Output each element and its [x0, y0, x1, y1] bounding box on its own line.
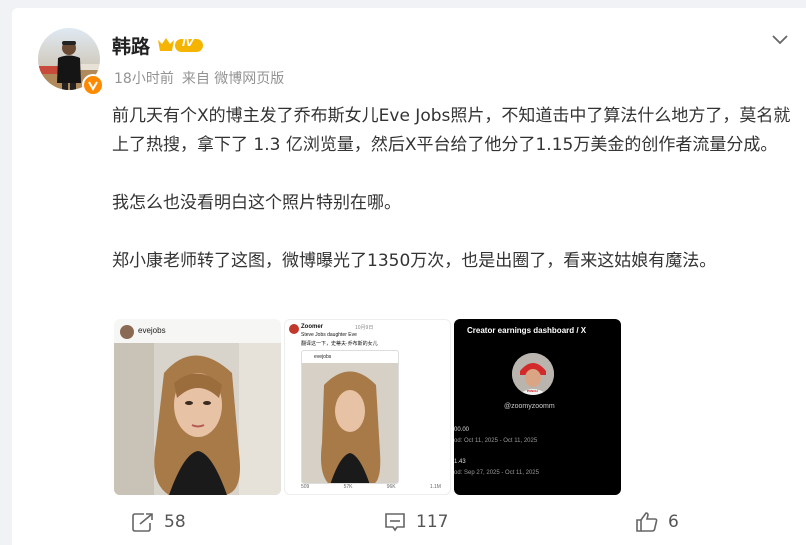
post-actions: 58 117 6 — [12, 506, 806, 538]
post-time[interactable]: 18小时前 — [114, 68, 174, 88]
post-paragraph: 我怎么也没看明白这个照片特别在哪。 — [112, 193, 401, 213]
avatar — [120, 325, 134, 339]
chevron-down-icon[interactable] — [770, 30, 790, 50]
level-text: IV — [182, 38, 194, 49]
repost-icon — [132, 513, 153, 532]
like-count: 96K — [386, 484, 396, 490]
reply-count: 509 — [301, 484, 310, 490]
dashboard-handle: @zoomyzoomm — [504, 403, 555, 410]
earnings-period: od: Oct 11, 2025 - Oct 11, 2025 — [454, 438, 538, 444]
portrait-photo — [302, 363, 398, 483]
comment-button[interactable]: 117 — [384, 506, 448, 538]
verified-badge-icon — [82, 74, 104, 96]
earnings-period: od: Sep 27, 2025 - Oct 11, 2025 — [454, 470, 539, 476]
portrait-photo — [114, 343, 281, 495]
post-image-3[interactable]: Creator earnings dashboard / X PUNCH @zo… — [454, 319, 621, 495]
like-button[interactable]: 6 — [636, 506, 679, 538]
retweet-count: 57K — [343, 484, 353, 490]
tweet-translation: 翻译这一下，史蒂夫·乔布斯的女儿 — [301, 341, 378, 347]
tweet-text: Steve Jobs daughter Eve — [301, 332, 357, 338]
earnings-value: 00.00 — [454, 427, 470, 433]
comment-icon — [385, 513, 405, 532]
image-date: 10月9日 — [355, 325, 374, 331]
post-image-2[interactable]: Zoomer 10月9日 Steve Jobs daughter Eve 翻译这… — [284, 319, 451, 495]
image-handle: evejobs — [314, 354, 332, 360]
post-meta: 18小时前 来自 微博网页版 — [114, 68, 284, 88]
avatar — [289, 324, 299, 334]
image-handle: Zoomer — [301, 324, 324, 330]
post-paragraph: 前几天有个X的博主发了乔布斯女儿Eve Jobs照片，不知道击中了算法什么地方了… — [112, 106, 791, 155]
author-name[interactable]: 韩路 — [112, 32, 150, 59]
level-badge: IV — [157, 36, 205, 54]
comment-count: 117 — [416, 512, 449, 532]
like-count: 6 — [668, 512, 679, 532]
avatar: PUNCH — [512, 353, 554, 395]
post-image-1[interactable]: evejobs — [114, 319, 281, 495]
dashboard-title: Creator earnings dashboard / X — [467, 326, 587, 335]
thumbs-up-icon — [636, 512, 658, 532]
post-content: 前几天有个X的博主发了乔布斯女儿Eve Jobs照片，不知道击中了算法什么地方了… — [112, 102, 792, 305]
weibo-post-card: 韩路 IV 18小时前 来自 微博网页版 前几天有个X的博主发了乔布斯女儿Eve… — [12, 8, 806, 545]
post-source: 来自 微博网页版 — [181, 71, 285, 87]
quoted-post: evejobs — [301, 350, 399, 484]
view-count: 1.1M — [429, 484, 441, 490]
image-handle: evejobs — [138, 326, 166, 335]
post-paragraph: 郑小康老师转了这图，微博曝光了1350万次，也是出圈了，看来这姑娘有魔法。 — [112, 251, 717, 271]
earnings-value: 1.43 — [454, 459, 466, 465]
repost-count: 58 — [164, 512, 186, 532]
tweet-stats: 509 57K 96K 1.1M — [301, 484, 441, 490]
shirt-text: PUNCH — [527, 389, 538, 393]
repost-button[interactable]: 58 — [132, 506, 186, 538]
